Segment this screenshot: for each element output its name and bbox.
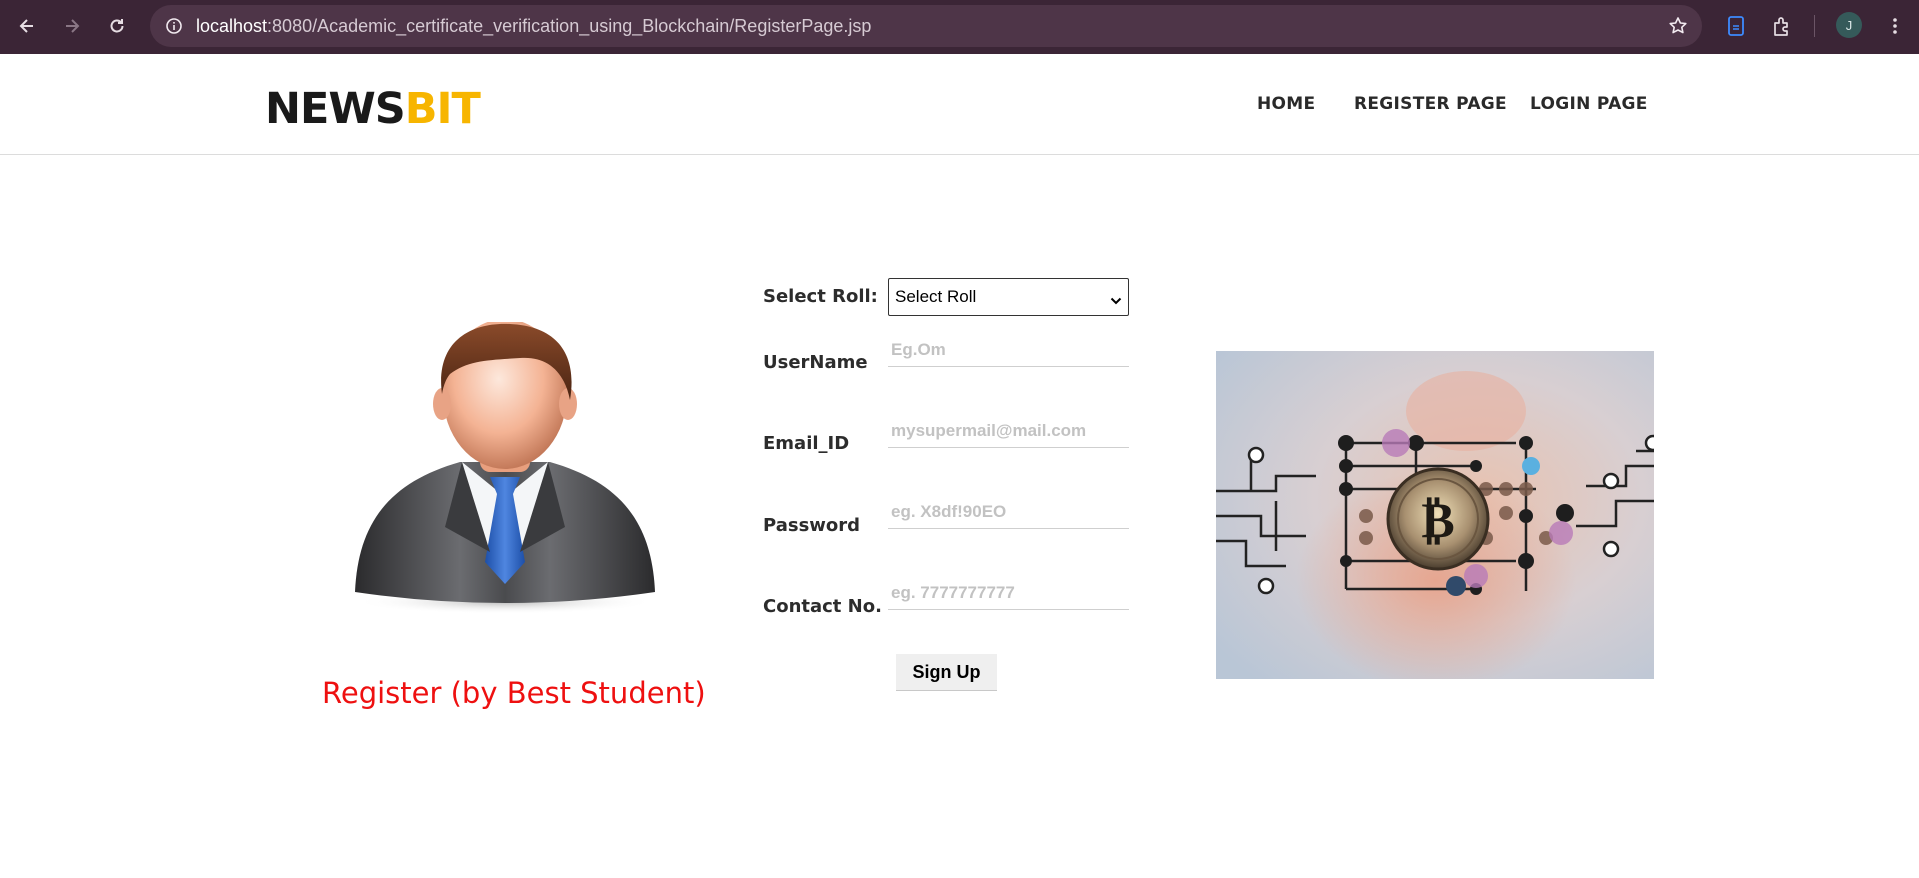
password-label: Password [763, 515, 861, 536]
register-caption: Register (by Best Student) [322, 676, 706, 710]
url-path: :8080/Academic_certificate_verification_… [267, 16, 872, 36]
email-input[interactable] [888, 414, 1129, 448]
chevron-down-icon [1110, 291, 1122, 311]
logo-news: NEWS [265, 84, 406, 134]
toolbar-divider [1814, 15, 1815, 37]
url-text: localhost:8080/Academic_certificate_veri… [196, 16, 871, 37]
profile-avatar[interactable]: J [1836, 12, 1862, 38]
site-logo[interactable]: NEWSBIT [265, 84, 481, 134]
bitcoin-network-image: ₿ [1216, 351, 1654, 679]
sign-up-button[interactable]: Sign Up [896, 654, 997, 691]
extensions-icon[interactable] [1768, 12, 1796, 40]
contact-input[interactable] [888, 576, 1129, 610]
roll-select[interactable]: Select Roll [888, 278, 1129, 316]
star-icon[interactable] [1666, 14, 1690, 38]
url-host: localhost [196, 16, 268, 36]
nav-login-page[interactable]: LOGIN PAGE [1530, 94, 1648, 114]
username-input[interactable] [888, 333, 1129, 367]
roll-label: Select Roll: [763, 286, 878, 307]
email-label: Email_ID [763, 433, 850, 454]
user-avatar-illustration [350, 319, 660, 614]
menu-dots-icon[interactable] [1881, 12, 1909, 40]
contact-label: Contact No. [763, 596, 882, 617]
password-input[interactable] [888, 495, 1129, 529]
logo-bit: BIT [404, 84, 481, 134]
username-label: UserName [763, 352, 868, 373]
svg-text:₿: ₿ [1421, 490, 1454, 549]
forward-icon[interactable] [56, 10, 88, 42]
back-icon[interactable] [11, 10, 43, 42]
site-header: NEWSBIT HOME REGISTER PAGE LOGIN PAGE [0, 54, 1919, 155]
roll-select-value: Select Roll [895, 287, 977, 306]
document-icon[interactable] [1722, 12, 1750, 40]
address-bar[interactable]: localhost:8080/Academic_certificate_veri… [150, 5, 1702, 47]
nav-home[interactable]: HOME [1257, 94, 1315, 114]
reload-icon[interactable] [101, 10, 133, 42]
info-icon[interactable] [162, 14, 186, 38]
nav-register-page[interactable]: REGISTER PAGE [1354, 94, 1507, 114]
browser-toolbar: localhost:8080/Academic_certificate_veri… [0, 0, 1919, 54]
